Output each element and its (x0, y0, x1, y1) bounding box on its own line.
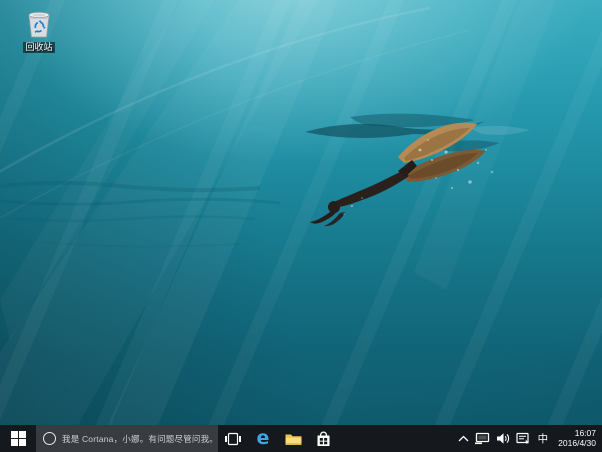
recycle-bin-icon (22, 6, 56, 40)
wallpaper-diver-art (0, 0, 602, 425)
tray-language-indicator[interactable]: 中 (533, 425, 554, 452)
network-ethernet-icon (475, 432, 490, 445)
windows-store-button[interactable] (308, 425, 338, 452)
chevron-up-icon (458, 435, 469, 443)
windows-desktop-screen: 回收站 我是 Cortana，小娜。有问题尽管问我。 e (0, 0, 602, 452)
tray-show-hidden-icons[interactable] (455, 425, 472, 452)
recycle-bin-label: 回收站 (23, 42, 54, 53)
volume-speaker-icon (496, 432, 510, 445)
cortana-search-placeholder: 我是 Cortana，小娜。有问题尽管问我。 (62, 433, 218, 445)
start-button[interactable] (0, 425, 36, 452)
ime-input-icon (516, 432, 530, 445)
edge-browser-button[interactable]: e (248, 425, 278, 452)
cortana-search-box[interactable]: 我是 Cortana，小娜。有问题尽管问我。 (36, 425, 218, 452)
system-tray: 中 16:07 2016/4/30 (455, 425, 602, 452)
tray-volume[interactable] (493, 425, 513, 452)
edge-icon: e (257, 429, 270, 448)
store-bag-icon (316, 431, 331, 447)
desktop-area[interactable]: 回收站 (0, 0, 602, 425)
tray-ime-tool[interactable] (513, 425, 533, 452)
taskbar: 我是 Cortana，小娜。有问题尽管问我。 e (0, 425, 602, 452)
file-explorer-icon (285, 432, 302, 446)
windows-logo-icon (11, 431, 26, 446)
cortana-icon (43, 432, 56, 445)
clock-date: 2016/4/30 (558, 439, 596, 449)
task-view-icon (225, 432, 241, 446)
task-view-button[interactable] (218, 425, 248, 452)
recycle-bin-shortcut[interactable]: 回收站 (8, 6, 70, 53)
file-explorer-button[interactable] (278, 425, 308, 452)
tray-network[interactable] (472, 425, 493, 452)
tray-clock[interactable]: 16:07 2016/4/30 (553, 429, 602, 448)
